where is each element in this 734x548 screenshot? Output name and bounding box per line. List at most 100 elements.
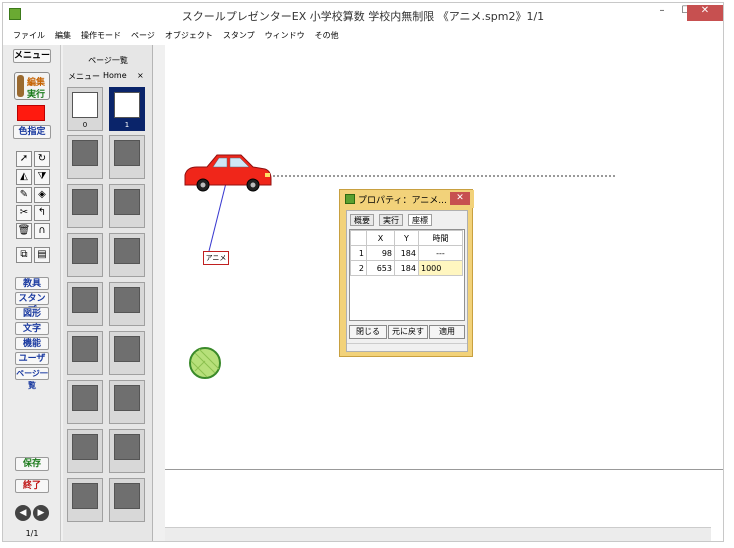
mode-run-label: 実行 bbox=[27, 90, 46, 100]
category-user[interactable]: ユーザー bbox=[15, 352, 49, 376]
menu-other[interactable]: その他 bbox=[315, 27, 339, 41]
dialog-close-btn[interactable]: 閉じる bbox=[349, 325, 387, 339]
page-list-panel: ページ一覧 メニュー Home × 0 1 bbox=[63, 45, 153, 541]
dialog-body: 概要 実行 座標 X Y 時間 1 98 184 --- 2 653 184 1… bbox=[346, 210, 468, 352]
tab-overview[interactable]: 概要 bbox=[350, 214, 374, 226]
table-header-row: X Y 時間 bbox=[350, 230, 463, 246]
thumbnail-preview bbox=[114, 92, 140, 118]
menu-stamp[interactable]: スタンプ bbox=[223, 27, 255, 41]
category-teaching-tools[interactable]: 教具 bbox=[15, 277, 49, 290]
anime-object-label[interactable]: アニメ bbox=[203, 251, 229, 265]
minimize-button[interactable]: – bbox=[651, 5, 673, 21]
copy-page-icon[interactable]: ⧉ bbox=[16, 247, 32, 263]
dialog-title-bar[interactable]: プロパティ：アニメ... ✕ bbox=[340, 190, 474, 208]
cell-x[interactable]: 653 bbox=[366, 260, 395, 276]
table-row[interactable]: 1 98 184 --- bbox=[350, 245, 463, 261]
rotate-icon[interactable]: ↻ bbox=[34, 151, 50, 167]
toggle-knob bbox=[17, 75, 24, 97]
window-icon[interactable]: ▤ bbox=[34, 247, 50, 263]
empty-page-slot[interactable] bbox=[67, 380, 103, 424]
column-header-x: X bbox=[366, 230, 395, 246]
magnet-icon[interactable]: ∩ bbox=[34, 223, 50, 239]
dialog-status-bar bbox=[347, 343, 467, 351]
page-counter: 1/1 bbox=[25, 529, 39, 538]
menu-edit[interactable]: 編集 bbox=[55, 27, 71, 41]
empty-page-slot[interactable] bbox=[109, 184, 145, 228]
window-title: スクールプレゼンターEX 小学校算数 学校内無制限 《アニメ.spm2》1/1 bbox=[181, 10, 545, 23]
column-header-time: 時間 bbox=[418, 230, 463, 246]
empty-page-slot[interactable] bbox=[67, 282, 103, 326]
empty-page-slot[interactable] bbox=[67, 233, 103, 277]
tools-icon[interactable]: ✂ bbox=[16, 205, 32, 221]
category-shapes[interactable]: 図形 bbox=[15, 307, 49, 320]
close-tab-icon[interactable]: × bbox=[137, 71, 144, 80]
cell-x[interactable]: 98 bbox=[366, 245, 395, 261]
cell-time[interactable]: --- bbox=[418, 245, 463, 261]
empty-page-slot[interactable] bbox=[67, 184, 103, 228]
tab-execute[interactable]: 実行 bbox=[379, 214, 403, 226]
green-circle-shape bbox=[189, 347, 221, 379]
empty-page-slot[interactable] bbox=[109, 282, 145, 326]
trash-icon[interactable]: 🗑 bbox=[16, 223, 32, 239]
menu-page[interactable]: ページ bbox=[131, 27, 155, 41]
current-color-swatch[interactable] bbox=[17, 105, 45, 121]
flip-horizontal-icon[interactable]: ◭ bbox=[16, 169, 32, 185]
cell-y[interactable]: 184 bbox=[394, 245, 419, 261]
dialog-close-button[interactable]: ✕ bbox=[450, 192, 470, 205]
empty-page-slot[interactable] bbox=[109, 429, 145, 473]
close-window-button[interactable]: ✕ bbox=[687, 5, 723, 21]
cell-y[interactable]: 184 bbox=[394, 260, 419, 276]
column-header-y: Y bbox=[394, 230, 419, 246]
page-list-tabs: メニュー Home × bbox=[63, 69, 153, 83]
horizontal-scrollbar[interactable] bbox=[165, 527, 711, 541]
title-bar: スクールプレゼンターEX 小学校算数 学校内無制限 《アニメ.spm2》1/1 … bbox=[3, 3, 723, 27]
category-functions[interactable]: 機能 bbox=[15, 337, 49, 350]
save-button[interactable]: 保存 bbox=[15, 457, 49, 471]
undo-icon[interactable]: ↰ bbox=[34, 205, 50, 221]
category-page-list[interactable]: ページ一覧 bbox=[15, 367, 49, 390]
empty-page-slot[interactable] bbox=[109, 233, 145, 277]
row-number: 2 bbox=[350, 260, 367, 276]
empty-page-slot[interactable] bbox=[109, 135, 145, 179]
tab-home[interactable]: Home bbox=[103, 71, 127, 80]
prev-page-icon[interactable]: ◀ bbox=[15, 505, 31, 521]
tab-menu[interactable]: メニュー bbox=[68, 71, 100, 82]
empty-page-slot[interactable] bbox=[109, 380, 145, 424]
empty-page-slot[interactable] bbox=[67, 478, 103, 522]
anime-connector-line bbox=[208, 178, 228, 252]
page-thumbnail[interactable]: 0 bbox=[67, 87, 103, 131]
tab-coordinates[interactable]: 座標 bbox=[408, 214, 432, 226]
empty-page-slot[interactable] bbox=[67, 135, 103, 179]
empty-page-slot[interactable] bbox=[67, 429, 103, 473]
tool-panel: メニュー 編集 実行 色指定 ➚ ↻ ◭ ⧩ ✎ ◈ ✂ ↰ 🗑 ∩ ⧉ ▤ 教… bbox=[3, 45, 61, 541]
menu-window[interactable]: ウィンドウ bbox=[265, 27, 305, 41]
dialog-title: プロパティ：アニメ... bbox=[358, 196, 447, 206]
flip-vertical-icon[interactable]: ⧩ bbox=[34, 169, 50, 185]
thumbnail-number: 0 bbox=[82, 121, 88, 129]
menu-object[interactable]: オブジェクト bbox=[165, 27, 213, 41]
menu-file[interactable]: ファイル bbox=[13, 27, 45, 41]
next-page-icon[interactable]: ▶ bbox=[33, 505, 49, 521]
coordinate-table: X Y 時間 1 98 184 --- 2 653 184 1000 bbox=[349, 229, 465, 321]
exit-button[interactable]: 終了 bbox=[15, 479, 49, 493]
app-window: スクールプレゼンターEX 小学校算数 学校内無制限 《アニメ.spm2》1/1 … bbox=[2, 2, 724, 542]
thumbnail-preview bbox=[72, 92, 98, 118]
empty-page-slot[interactable] bbox=[109, 478, 145, 522]
table-row[interactable]: 2 653 184 1000 bbox=[350, 260, 463, 276]
edit-run-toggle[interactable]: 編集 実行 bbox=[14, 72, 50, 100]
empty-page-slot[interactable] bbox=[67, 331, 103, 375]
menu-bar: ファイル 編集 操作モード ページ オブジェクト スタンプ ウィンドウ その他 bbox=[3, 27, 723, 45]
page-thumbnail-selected[interactable]: 1 bbox=[109, 87, 145, 131]
category-text[interactable]: 文字 bbox=[15, 322, 49, 335]
category-stamps[interactable]: スタンプ bbox=[15, 292, 49, 316]
dialog-reset-button[interactable]: 元に戻す bbox=[388, 325, 428, 339]
dialog-apply-button[interactable]: 適用 bbox=[429, 325, 465, 339]
menu-operation-mode[interactable]: 操作モード bbox=[81, 27, 121, 41]
fill-bucket-icon[interactable]: ◈ bbox=[34, 187, 50, 203]
empty-page-slot[interactable] bbox=[109, 331, 145, 375]
pen-icon[interactable]: ✎ bbox=[16, 187, 32, 203]
menu-button[interactable]: メニュー bbox=[13, 49, 51, 63]
cell-time[interactable]: 1000 bbox=[418, 260, 463, 276]
color-select-button[interactable]: 色指定 bbox=[13, 125, 51, 139]
select-arrow-icon[interactable]: ➚ bbox=[16, 151, 32, 167]
